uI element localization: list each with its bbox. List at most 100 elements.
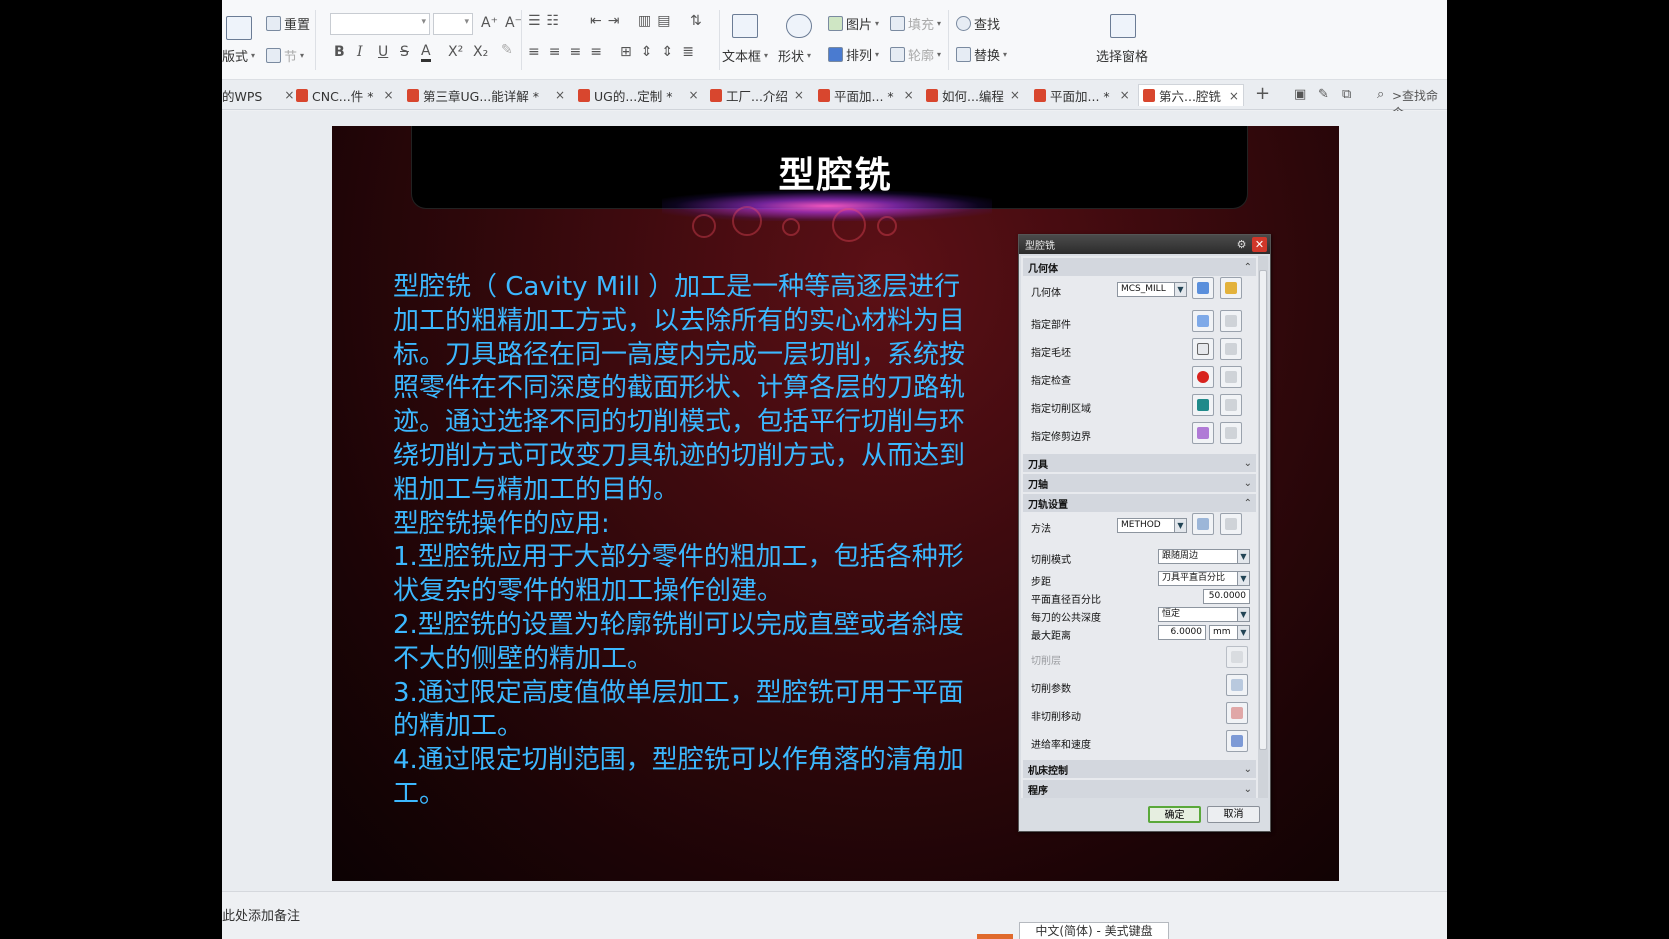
ribbon-separator xyxy=(948,10,949,70)
tab-planar1[interactable]: 平面加... * × xyxy=(818,84,914,106)
close-icon[interactable]: × xyxy=(904,88,914,102)
replace-button[interactable]: 替换 ▾ xyxy=(956,45,1007,64)
close-icon[interactable]: × xyxy=(1120,88,1130,102)
chevron-up-icon: ⌃ xyxy=(1243,261,1252,273)
close-icon[interactable]: × xyxy=(794,88,804,102)
section-geometry: 几何体 ⌃ xyxy=(1023,258,1256,276)
ribbon-separator xyxy=(719,10,720,70)
spacing-buttons[interactable]: ⊞⇕⇕≣ xyxy=(620,44,703,60)
reset-button[interactable]: 重置 xyxy=(266,14,310,33)
decor-bubble xyxy=(832,208,866,242)
depth-per-cut-label: 每刀的公共深度 xyxy=(1031,613,1101,624)
feeds-speeds-button xyxy=(1226,730,1248,752)
window-icon[interactable]: ▣ xyxy=(1294,87,1306,102)
stepover-value: 刀具平直百分比 xyxy=(1162,573,1226,583)
method-value: METHOD xyxy=(1121,520,1161,530)
superscript-button[interactable]: X² xyxy=(448,44,463,60)
list-buttons[interactable]: ☰☷ xyxy=(528,13,565,29)
bold-button[interactable]: B xyxy=(334,44,345,60)
section-button[interactable]: 节 ▾ xyxy=(266,46,304,65)
flat-diameter-input: 50.0000 xyxy=(1203,589,1250,604)
close-icon[interactable]: × xyxy=(688,88,698,102)
italic-button[interactable]: I xyxy=(357,44,363,60)
clear-format-icon[interactable]: ✎ xyxy=(501,42,513,58)
blank-button xyxy=(1192,338,1214,360)
pin-icon[interactable]: ✎ xyxy=(1318,87,1329,102)
close-icon[interactable]: × xyxy=(284,88,294,102)
tab-wps[interactable]: 的WPS × xyxy=(222,84,294,106)
search-icon[interactable]: ⌕ xyxy=(1377,87,1384,102)
restore-icon[interactable]: ⧉ xyxy=(1342,87,1351,102)
slide-body-text[interactable]: 型腔铣（ Cavity Mill ）加工是一种等高逐层进行加工的粗精加工方式，以… xyxy=(393,271,975,812)
section-label: 程序 xyxy=(1028,785,1048,797)
document-icon xyxy=(710,88,722,102)
max-distance-input: 6.0000 xyxy=(1158,625,1206,640)
slide-canvas[interactable]: 型腔铣 型腔铣（ Cavity Mill ）加工是一种等高逐层进行加工的粗精加工… xyxy=(332,126,1339,881)
find-button[interactable]: 查找 xyxy=(956,14,1000,33)
non-cut-moves-label: 非切削移动 xyxy=(1031,712,1081,723)
chevron-down-icon: ▼ xyxy=(1174,283,1186,296)
notes-placeholder[interactable]: 此处添加备注 xyxy=(222,905,300,924)
trim-button xyxy=(1192,422,1214,444)
dialog-scrollbar xyxy=(1258,256,1268,798)
layout-button[interactable]: 版式 ▾ xyxy=(222,46,255,65)
tab-factory[interactable]: 工厂...介绍 × xyxy=(710,84,804,106)
indent-buttons[interactable]: ⇤⇥ xyxy=(590,13,625,29)
grow-font-button[interactable]: A⁺ xyxy=(481,15,498,31)
shape-icon[interactable] xyxy=(786,14,812,38)
textbox-button[interactable]: 文本框 ▾ xyxy=(722,46,768,65)
fill-icon xyxy=(890,16,905,31)
flashlight-icon xyxy=(1225,315,1237,327)
feeds-speeds-icon xyxy=(1231,735,1243,747)
picture-button[interactable]: 图片 ▾ xyxy=(828,14,879,33)
close-icon[interactable]: × xyxy=(1010,88,1020,102)
document-icon xyxy=(1034,88,1046,102)
text-direction-button[interactable]: ⇅ xyxy=(690,13,702,29)
column-buttons[interactable]: ▥▤ xyxy=(638,13,676,29)
select-pane-label: 选择窗格 xyxy=(1096,50,1149,65)
subscript-button[interactable]: X₂ xyxy=(473,44,488,60)
body-paragraph: 3.通过限定高度值做单层加工，型腔铣可用于平面的精加工。 xyxy=(393,677,964,742)
select-pane-button[interactable]: 选择窗格 xyxy=(1096,46,1148,65)
tab-label: 如何...编程 xyxy=(942,88,1004,104)
tab-howto[interactable]: 如何...编程 × xyxy=(926,84,1020,106)
tab-chapter3[interactable]: 第三章UG...能详解 * × xyxy=(407,84,565,106)
notes-pane[interactable]: 此处添加备注 中文(简体) - 美式键盘 xyxy=(222,891,1447,939)
textbox-icon[interactable] xyxy=(732,14,758,38)
cut-pattern-label: 切削模式 xyxy=(1031,555,1071,566)
font-size-combo[interactable] xyxy=(433,13,473,35)
flashlight-icon xyxy=(1225,343,1237,355)
search-icon xyxy=(956,16,971,31)
decor-bubble xyxy=(877,216,897,236)
cut-params-button xyxy=(1226,674,1248,696)
section-icon xyxy=(266,48,281,63)
new-tab-button[interactable]: + xyxy=(1255,83,1270,104)
tab-ug-custom[interactable]: UG的...定制 * × xyxy=(578,84,699,106)
tab-planar2[interactable]: 平面加... * × xyxy=(1034,84,1130,106)
tab-cnc[interactable]: CNC...件 * × xyxy=(296,84,394,106)
section-label: 刀具 xyxy=(1028,459,1048,471)
close-icon[interactable]: × xyxy=(1229,89,1239,103)
shape-button[interactable]: 形状 ▾ xyxy=(778,46,811,65)
underline-button[interactable]: U xyxy=(378,44,388,60)
shrink-font-button[interactable]: A⁻ xyxy=(505,15,522,31)
section-path-settings: 刀轨设置 ⌃ xyxy=(1023,494,1256,512)
ime-indicator[interactable]: 中文(简体) - 美式键盘 xyxy=(1019,922,1169,939)
ribbon-separator xyxy=(521,10,522,70)
arrange-label: 排列 xyxy=(846,49,873,64)
font-color-button[interactable]: A xyxy=(421,44,431,62)
arrange-button[interactable]: 排列 ▾ xyxy=(828,45,879,64)
wrench-button xyxy=(1220,277,1242,299)
fill-button[interactable]: 填充 ▾ xyxy=(890,14,941,33)
close-icon[interactable]: × xyxy=(555,88,565,102)
flat-diameter-label: 平面直径百分比 xyxy=(1031,595,1101,606)
outline-button[interactable]: 轮廓 ▾ xyxy=(890,45,941,64)
tab-chapter6-active[interactable]: 第六...腔铣 × xyxy=(1138,84,1244,106)
select-pane-icon[interactable] xyxy=(1110,14,1136,38)
specify-part-label: 指定部件 xyxy=(1031,320,1071,331)
font-name-combo[interactable] xyxy=(330,13,430,35)
align-buttons[interactable]: ≡≡≡≡ xyxy=(528,44,611,60)
layout-icon[interactable] xyxy=(226,16,252,40)
strikethrough-button[interactable]: S xyxy=(400,44,409,60)
close-icon[interactable]: × xyxy=(383,88,393,102)
